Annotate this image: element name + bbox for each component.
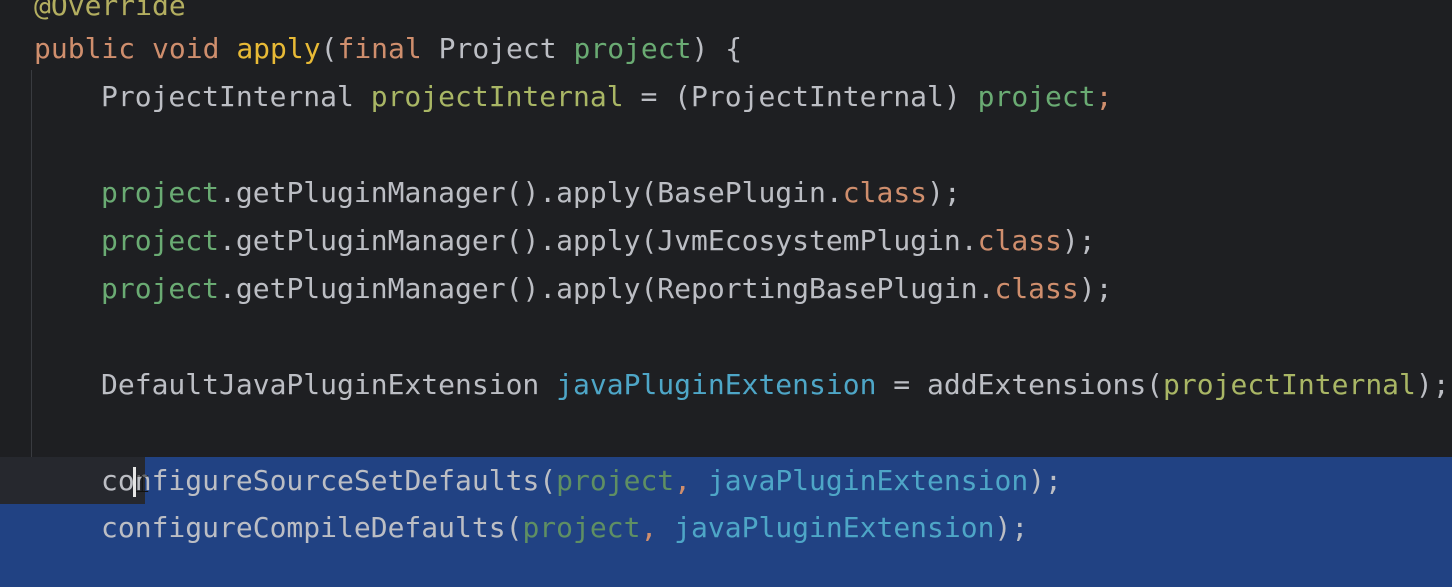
keyword-final: final bbox=[337, 32, 422, 65]
statement-end: ); bbox=[1061, 224, 1096, 257]
param-ref: project bbox=[522, 511, 641, 544]
code-line-configure-source-set-defaults[interactable]: configureSourceSetDefaults(project, java… bbox=[0, 457, 1452, 505]
param-type: Project bbox=[421, 32, 574, 65]
method-name: apply bbox=[236, 32, 321, 65]
code-line-method-signature[interactable]: public void apply(final Project project)… bbox=[0, 25, 1452, 73]
argument-ref: projectInternal bbox=[1163, 368, 1416, 401]
param-ref: project bbox=[977, 80, 1096, 113]
keyword-public: public bbox=[34, 32, 136, 65]
call-expression: .getPluginManager().apply(BasePlugin. bbox=[219, 176, 843, 209]
selection-highlight-tail bbox=[0, 552, 1452, 587]
param-ref: project bbox=[556, 464, 675, 497]
code-line-apply-jvm-ecosystem-plugin[interactable]: project.getPluginManager().apply(JvmEcos… bbox=[0, 217, 1452, 265]
statement-end: ); bbox=[1078, 272, 1113, 305]
code-editor[interactable]: @Override public void apply(final Projec… bbox=[0, 0, 1452, 587]
keyword-class: class bbox=[994, 272, 1079, 305]
statement-end: ); bbox=[1415, 368, 1450, 401]
code-line-project-internal[interactable]: ProjectInternal projectInternal = (Proje… bbox=[0, 73, 1452, 121]
text-after-caret: nfigureSourceSetDefaults( bbox=[134, 464, 557, 497]
param-name: project bbox=[573, 32, 692, 65]
paren-close-brace: ) { bbox=[691, 32, 743, 65]
keyword-class: class bbox=[842, 176, 928, 209]
param-ref: project bbox=[101, 224, 220, 257]
argument-ref: javaPluginExtension bbox=[707, 464, 1029, 497]
param-ref: project bbox=[101, 176, 220, 209]
keyword-class: class bbox=[977, 224, 1062, 257]
call-expression: .getPluginManager().apply(JvmEcosystemPl… bbox=[219, 224, 978, 257]
semicolon: ; bbox=[1095, 80, 1113, 113]
local-variable: javaPluginExtension bbox=[556, 368, 877, 401]
type-name: DefaultJavaPluginExtension bbox=[101, 368, 557, 401]
statement-end: ); bbox=[927, 176, 961, 209]
call-expression: configureCompileDefaults( bbox=[101, 511, 523, 544]
type-name: ProjectInternal bbox=[101, 80, 371, 113]
argument-ref: javaPluginExtension bbox=[674, 511, 995, 544]
code-line-java-plugin-extension[interactable]: DefaultJavaPluginExtension javaPluginExt… bbox=[0, 361, 1452, 409]
annotation: @Override bbox=[34, 0, 186, 22]
call-expression: .getPluginManager().apply(ReportingBaseP… bbox=[219, 272, 995, 305]
code-line-configure-compile-defaults[interactable]: configureCompileDefaults(project, javaPl… bbox=[0, 504, 1452, 552]
text-before-caret: co bbox=[101, 464, 135, 497]
comma: , bbox=[640, 511, 675, 544]
call-expression: = addExtensions( bbox=[876, 368, 1164, 401]
param-ref: project bbox=[101, 272, 220, 305]
code-line-apply-reporting-base-plugin[interactable]: project.getPluginManager().apply(Reporti… bbox=[0, 265, 1452, 313]
comma: , bbox=[674, 464, 708, 497]
code-line-apply-base-plugin[interactable]: project.getPluginManager().apply(BasePlu… bbox=[0, 169, 1452, 217]
keyword-void: void bbox=[152, 32, 220, 65]
local-variable: projectInternal bbox=[370, 80, 624, 113]
paren-open: ( bbox=[320, 32, 338, 65]
statement-end: ); bbox=[1028, 464, 1062, 497]
i-beam-icon: ⌶ bbox=[135, 470, 150, 498]
statement-end: ); bbox=[994, 511, 1029, 544]
cast-expression: = (ProjectInternal) bbox=[623, 80, 978, 113]
